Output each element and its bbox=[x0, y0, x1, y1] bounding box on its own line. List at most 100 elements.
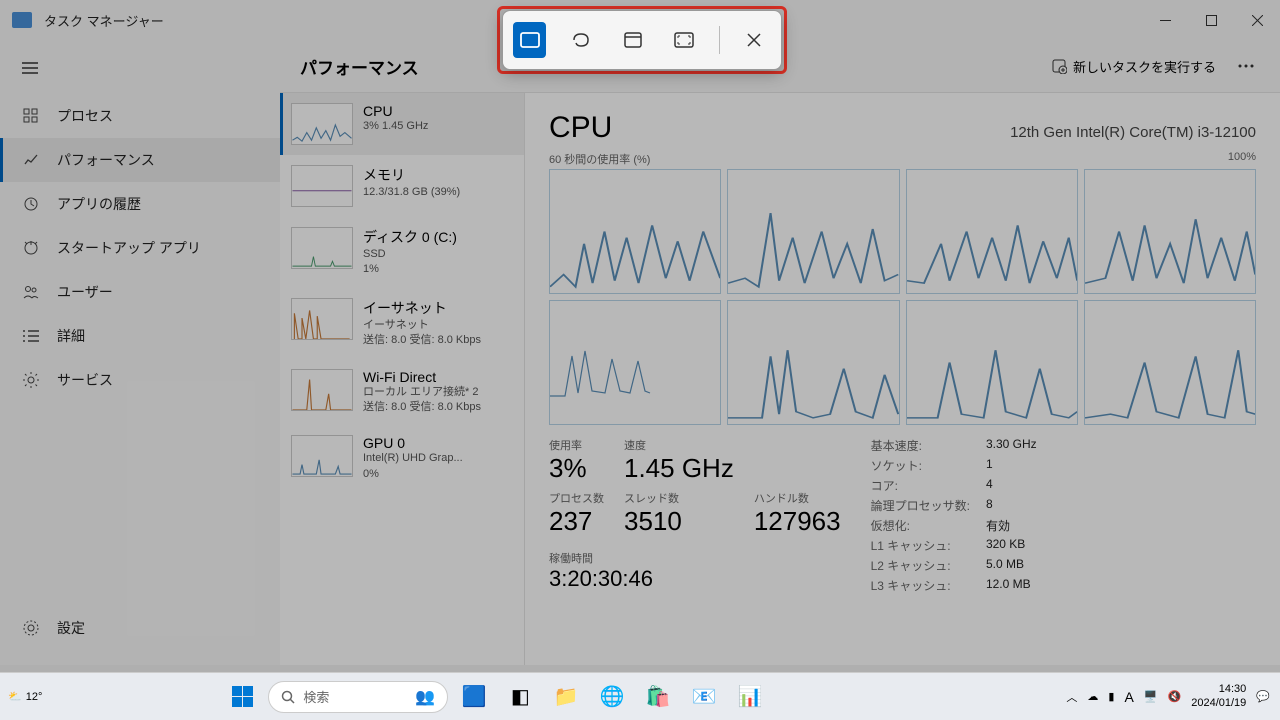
nav-label: 設定 bbox=[57, 618, 85, 638]
network-icon[interactable]: 🖥️ bbox=[1144, 690, 1158, 703]
rectangle-snip-button[interactable] bbox=[513, 22, 546, 58]
uptime-value: 3:20:30:46 bbox=[549, 566, 841, 592]
perf-name: イーサネット bbox=[363, 298, 481, 318]
list-icon bbox=[21, 330, 41, 342]
weather-widget[interactable]: ⛅ 12° bbox=[8, 690, 42, 703]
maximize-button[interactable] bbox=[1188, 4, 1234, 36]
detail-title: CPU bbox=[549, 111, 612, 145]
disk-thumb bbox=[291, 227, 353, 269]
perf-sub2: 送信: 8.0 受信: 8.0 Kbps bbox=[363, 333, 481, 348]
grid-icon bbox=[21, 108, 41, 124]
util-value: 3% bbox=[549, 453, 604, 484]
nav-label: 詳細 bbox=[57, 326, 85, 346]
util-label: 使用率 bbox=[549, 437, 604, 453]
chart-caption: 60 秒間の使用率 (%) bbox=[549, 151, 650, 167]
nav-performance[interactable]: パフォーマンス bbox=[0, 138, 280, 182]
perf-sub2: 1% bbox=[363, 262, 457, 277]
search-placeholder: 検索 bbox=[303, 687, 329, 706]
perf-item-disk[interactable]: ディスク 0 (C:) SSD 1% bbox=[280, 217, 524, 288]
nav-label: プロセス bbox=[57, 106, 113, 126]
settings-icon bbox=[21, 620, 41, 636]
uptime-label: 稼働時間 bbox=[549, 550, 841, 566]
more-button[interactable] bbox=[1232, 58, 1260, 74]
startup-icon bbox=[21, 240, 41, 256]
perf-name: Wi-Fi Direct bbox=[363, 369, 481, 385]
spec-label: L1 キャッシュ: bbox=[871, 537, 970, 554]
nav-history[interactable]: アプリの履歴 bbox=[0, 182, 280, 226]
history-icon bbox=[21, 196, 41, 212]
spec-label: コア: bbox=[871, 477, 970, 494]
spec-value: 12.0 MB bbox=[986, 577, 1037, 594]
perf-sub2: 送信: 8.0 受信: 8.0 Kbps bbox=[363, 400, 481, 415]
cpu-charts bbox=[549, 169, 1256, 425]
taskmgr-icon[interactable]: 📊 bbox=[730, 677, 770, 717]
tray-chevron-icon[interactable]: ︿ bbox=[1066, 689, 1077, 705]
tray-app-icon[interactable]: ▮ bbox=[1108, 690, 1114, 703]
store-icon[interactable]: 🛍️ bbox=[638, 677, 678, 717]
close-snip-button[interactable] bbox=[738, 22, 771, 58]
nav-details[interactable]: 詳細 bbox=[0, 314, 280, 358]
spec-value: 有効 bbox=[986, 517, 1037, 534]
spec-label: ソケット: bbox=[871, 457, 970, 474]
wifi-thumb bbox=[291, 369, 353, 411]
proc-label: プロセス数 bbox=[549, 490, 604, 506]
taskbar-search[interactable]: 検索 👥 bbox=[268, 681, 448, 713]
chrome-icon[interactable]: 🌐 bbox=[592, 677, 632, 717]
users-icon bbox=[21, 284, 41, 300]
nav-startup[interactable]: スタートアップ アプリ bbox=[0, 226, 280, 270]
search-avatars-icon: 👥 bbox=[415, 687, 435, 707]
clock[interactable]: 14:30 2024/01/19 bbox=[1191, 683, 1246, 709]
taskview-icon[interactable]: ◧ bbox=[500, 677, 540, 717]
minimize-button[interactable] bbox=[1142, 4, 1188, 36]
perf-name: CPU bbox=[363, 103, 428, 119]
cpu-thumb bbox=[291, 103, 353, 145]
cpu-model: 12th Gen Intel(R) Core(TM) i3-12100 bbox=[1010, 124, 1256, 141]
spec-value: 4 bbox=[986, 477, 1037, 494]
perf-sub: 12.3/31.8 GB (39%) bbox=[363, 185, 460, 200]
cpu-specs: 基本速度:3.30 GHzソケット:1コア:4論理プロセッサ数:8仮想化:有効L… bbox=[871, 437, 1037, 594]
nav-label: アプリの履歴 bbox=[57, 194, 141, 214]
nav-users[interactable]: ユーザー bbox=[0, 270, 280, 314]
start-button[interactable] bbox=[222, 677, 262, 717]
perf-item-memory[interactable]: メモリ 12.3/31.8 GB (39%) bbox=[280, 155, 524, 217]
outlook-icon[interactable]: 📧 bbox=[684, 677, 724, 717]
freeform-snip-button[interactable] bbox=[564, 22, 597, 58]
window-snip-button[interactable] bbox=[616, 22, 649, 58]
divider bbox=[719, 26, 720, 54]
perf-item-wifi[interactable]: Wi-Fi Direct ローカル エリア接続* 2 送信: 8.0 受信: 8… bbox=[280, 359, 524, 426]
perf-item-ethernet[interactable]: イーサネット イーサネット 送信: 8.0 受信: 8.0 Kbps bbox=[280, 288, 524, 359]
spec-label: 基本速度: bbox=[871, 437, 970, 454]
copilot-icon[interactable]: 🟦 bbox=[454, 677, 494, 717]
volume-icon[interactable]: 🔇 bbox=[1168, 690, 1182, 703]
perf-sub: 3% 1.45 GHz bbox=[363, 119, 428, 134]
performance-icon bbox=[21, 152, 41, 168]
memory-thumb bbox=[291, 165, 353, 207]
nav-services[interactable]: サービス bbox=[0, 358, 280, 402]
perf-item-cpu[interactable]: CPU 3% 1.45 GHz bbox=[280, 93, 524, 155]
close-button[interactable] bbox=[1234, 4, 1280, 36]
onedrive-icon[interactable]: ☁ bbox=[1087, 690, 1098, 703]
search-icon bbox=[281, 690, 295, 704]
hamburger-button[interactable] bbox=[10, 50, 50, 86]
nav-label: スタートアップ アプリ bbox=[57, 238, 201, 258]
perf-name: GPU 0 bbox=[363, 435, 463, 451]
fullscreen-snip-button[interactable] bbox=[667, 22, 700, 58]
gear-icon bbox=[21, 372, 41, 388]
spec-label: 論理プロセッサ数: bbox=[871, 497, 970, 514]
nav-settings[interactable]: 設定 bbox=[0, 606, 280, 650]
nav-processes[interactable]: プロセス bbox=[0, 94, 280, 138]
date: 2024/01/19 bbox=[1191, 697, 1246, 710]
perf-item-gpu[interactable]: GPU 0 Intel(R) UHD Grap... 0% bbox=[280, 425, 524, 492]
spec-value: 3.30 GHz bbox=[986, 437, 1037, 454]
notifications-icon[interactable]: 💬 bbox=[1256, 690, 1270, 703]
time: 14:30 bbox=[1191, 683, 1246, 696]
handle-value: 127963 bbox=[754, 506, 841, 537]
spec-value: 320 KB bbox=[986, 537, 1037, 554]
explorer-icon[interactable]: 📁 bbox=[546, 677, 586, 717]
chart-max: 100% bbox=[1228, 151, 1256, 167]
run-task-button[interactable]: 新しいタスクを実行する bbox=[1043, 51, 1224, 82]
ime-icon[interactable]: A bbox=[1124, 689, 1133, 705]
perf-sub: SSD bbox=[363, 247, 457, 262]
run-task-label: 新しいタスクを実行する bbox=[1073, 57, 1216, 76]
cpu-detail-panel: CPU 12th Gen Intel(R) Core(TM) i3-12100 … bbox=[525, 93, 1280, 665]
